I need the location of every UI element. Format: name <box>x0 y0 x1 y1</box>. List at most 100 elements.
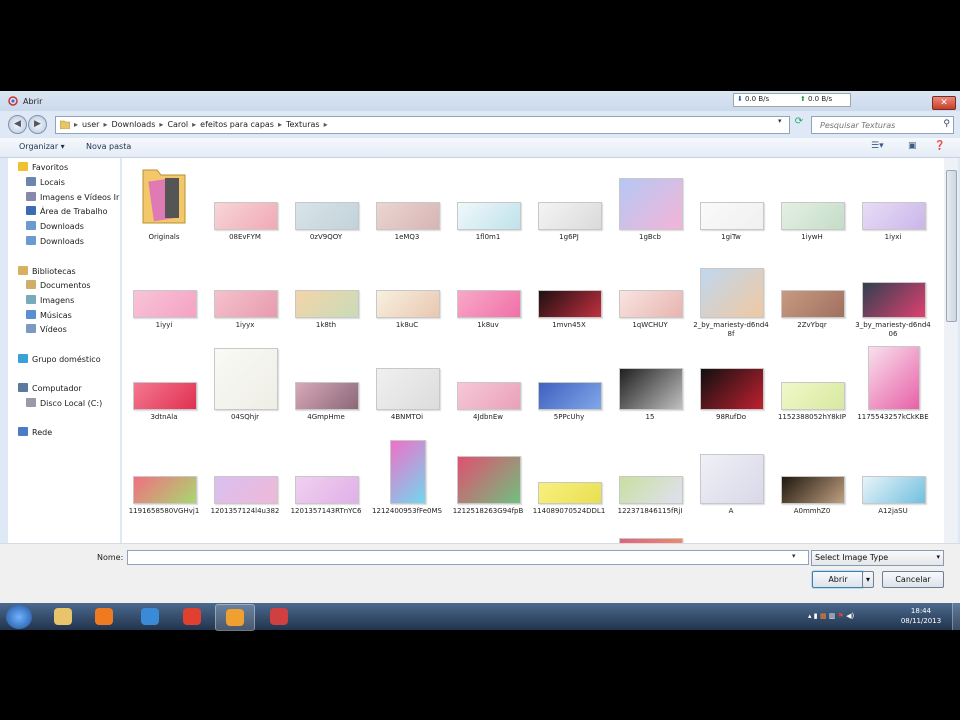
file-item[interactable]: 1k8uC <box>369 254 445 344</box>
chrome-icon[interactable] <box>173 604 211 629</box>
tray-device-icon[interactable]: ▮ <box>814 612 818 620</box>
file-item[interactable]: 1k8th <box>288 254 364 344</box>
paint-icon[interactable] <box>215 604 255 631</box>
breadcrumb-item[interactable]: user <box>82 120 99 129</box>
file-item[interactable]: 1eMQ3 <box>369 166 445 256</box>
sidebar-item[interactable]: Rede <box>18 427 52 440</box>
sidebar-item[interactable]: Imagens e Vídeos Ir <box>26 192 119 205</box>
breadcrumb-separator-icon[interactable]: ▸ <box>74 120 78 129</box>
sidebar-item[interactable]: Documentos <box>26 280 91 293</box>
file-item[interactable] <box>855 510 931 543</box>
file-item[interactable] <box>126 510 202 543</box>
breadcrumb-separator-icon[interactable]: ▸ <box>159 120 163 129</box>
file-item[interactable] <box>612 510 688 543</box>
sidebar-item[interactable]: Área de Trabalho <box>26 206 108 219</box>
file-item[interactable]: 1g6PJ <box>531 166 607 256</box>
sidebar-item[interactable]: Músicas <box>26 310 72 323</box>
file-item[interactable]: 2_by_mariesty-d6nd48f <box>693 254 769 344</box>
file-item[interactable]: 4BNMTOi <box>369 346 445 436</box>
folder-item[interactable]: Originals <box>126 166 202 256</box>
breadcrumb-separator-icon[interactable]: ▸ <box>103 120 107 129</box>
file-type-select[interactable]: Select Image Type ▾ <box>811 550 944 566</box>
breadcrumb-item[interactable]: efeitos para capas <box>200 120 274 129</box>
file-item[interactable]: 1iywH <box>774 166 850 256</box>
volume-icon[interactable]: ◀) <box>846 612 854 620</box>
breadcrumb-separator-icon[interactable]: ▸ <box>324 120 328 129</box>
breadcrumb-separator-icon[interactable]: ▸ <box>278 120 282 129</box>
sidebar-item[interactable]: Locais <box>26 177 65 190</box>
file-item[interactable]: 1iyyi <box>126 254 202 344</box>
file-item[interactable]: 15 <box>612 346 688 436</box>
folder-icon[interactable] <box>44 604 82 629</box>
filename-input[interactable] <box>127 550 809 565</box>
sidebar-item[interactable]: Downloads <box>26 236 84 249</box>
filename-history-icon[interactable]: ▾ <box>792 552 796 560</box>
search-input[interactable] <box>818 120 940 131</box>
refresh-icon[interactable]: ⟳ <box>791 116 807 132</box>
start-button[interactable] <box>6 605 32 629</box>
file-item[interactable]: 1iyyx <box>207 254 283 344</box>
file-item[interactable] <box>450 510 526 543</box>
organize-menu[interactable]: Organizar ▾ <box>19 142 65 151</box>
file-item[interactable]: 2ZvYbqr <box>774 254 850 344</box>
file-item[interactable] <box>207 510 283 543</box>
file-item[interactable]: 3_by_mariesty-d6nd406 <box>855 254 931 344</box>
clock[interactable]: 18:44 08/11/2013 <box>895 606 947 626</box>
forward-button[interactable]: ▶ <box>28 115 47 134</box>
file-item[interactable]: 1iyxi <box>855 166 931 256</box>
file-item[interactable]: 1175543257kCkKBE <box>855 346 931 436</box>
address-bar[interactable]: ▸ user ▸ Downloads ▸ Carol ▸ efeitos para capas… <box>55 116 790 134</box>
media-player-icon[interactable] <box>85 604 123 629</box>
sidebar-item[interactable]: Disco Local (C:) <box>26 398 102 411</box>
file-item[interactable]: 1qWCHUY <box>612 254 688 344</box>
close-button[interactable]: ✕ <box>932 96 956 110</box>
tray-flag-icon[interactable]: ⚑ <box>838 612 844 620</box>
new-folder-button[interactable]: Nova pasta <box>86 142 131 151</box>
sidebar-item[interactable]: Computador <box>18 383 82 396</box>
file-item[interactable] <box>369 510 445 543</box>
search-icon[interactable]: ⚲ <box>943 119 950 129</box>
file-item[interactable]: 4JdbnEw <box>450 346 526 436</box>
sidebar-item[interactable]: Downloads <box>26 221 84 234</box>
file-item[interactable]: 1k8uv <box>450 254 526 344</box>
view-options-icon[interactable]: ☰▾ <box>871 141 884 151</box>
sidebar-item[interactable]: Grupo doméstico <box>18 354 101 367</box>
file-item[interactable]: 0zV9QOY <box>288 166 364 256</box>
file-item[interactable] <box>288 510 364 543</box>
sidebar-item[interactable]: Favoritos <box>18 162 68 175</box>
file-item[interactable]: 1fl0m1 <box>450 166 526 256</box>
breadcrumb-item[interactable]: Texturas <box>286 120 320 129</box>
breadcrumb-item[interactable]: Downloads <box>111 120 155 129</box>
file-item[interactable]: 3dtnAla <box>126 346 202 436</box>
file-item[interactable]: 04SQhjr <box>207 346 283 436</box>
scrollbar-thumb[interactable] <box>946 170 957 322</box>
search-box[interactable]: ⚲ <box>811 116 954 134</box>
breadcrumb-item[interactable]: Carol <box>167 120 188 129</box>
file-item[interactable] <box>531 510 607 543</box>
file-item[interactable]: 1gBcb <box>612 166 688 256</box>
file-item[interactable]: 1152388052hY8kIP <box>774 346 850 436</box>
ie-icon[interactable] <box>131 604 169 629</box>
help-icon[interactable]: ❓ <box>934 141 945 151</box>
tray-security-icon[interactable]: ▩ <box>820 612 827 620</box>
tray-network-icon[interactable]: ▥ <box>829 612 836 620</box>
open-options-button[interactable]: ▾ <box>862 571 874 588</box>
file-item[interactable]: 98RufDo <box>693 346 769 436</box>
file-item[interactable] <box>693 510 769 543</box>
cancel-button[interactable]: Cancelar <box>882 571 944 588</box>
file-item[interactable]: 5PPcUhy <box>531 346 607 436</box>
file-item[interactable]: 08EvFYM <box>207 166 283 256</box>
file-item[interactable] <box>774 510 850 543</box>
vertical-scrollbar[interactable] <box>944 158 958 543</box>
preview-pane-icon[interactable]: ▣ <box>908 141 917 151</box>
breadcrumb-separator-icon[interactable]: ▸ <box>192 120 196 129</box>
video-icon[interactable] <box>260 604 298 629</box>
address-history-icon[interactable]: ▾ <box>778 117 782 125</box>
tray-arrow-icon[interactable]: ▴ <box>808 612 812 620</box>
file-item[interactable]: 1giTw <box>693 166 769 256</box>
back-button[interactable]: ◀ <box>8 115 27 134</box>
show-desktop-button[interactable] <box>952 603 960 630</box>
sidebar-item[interactable]: Vídeos <box>26 324 67 337</box>
open-button[interactable]: Abrir <box>812 571 864 588</box>
file-item[interactable]: 1mvn45X <box>531 254 607 344</box>
